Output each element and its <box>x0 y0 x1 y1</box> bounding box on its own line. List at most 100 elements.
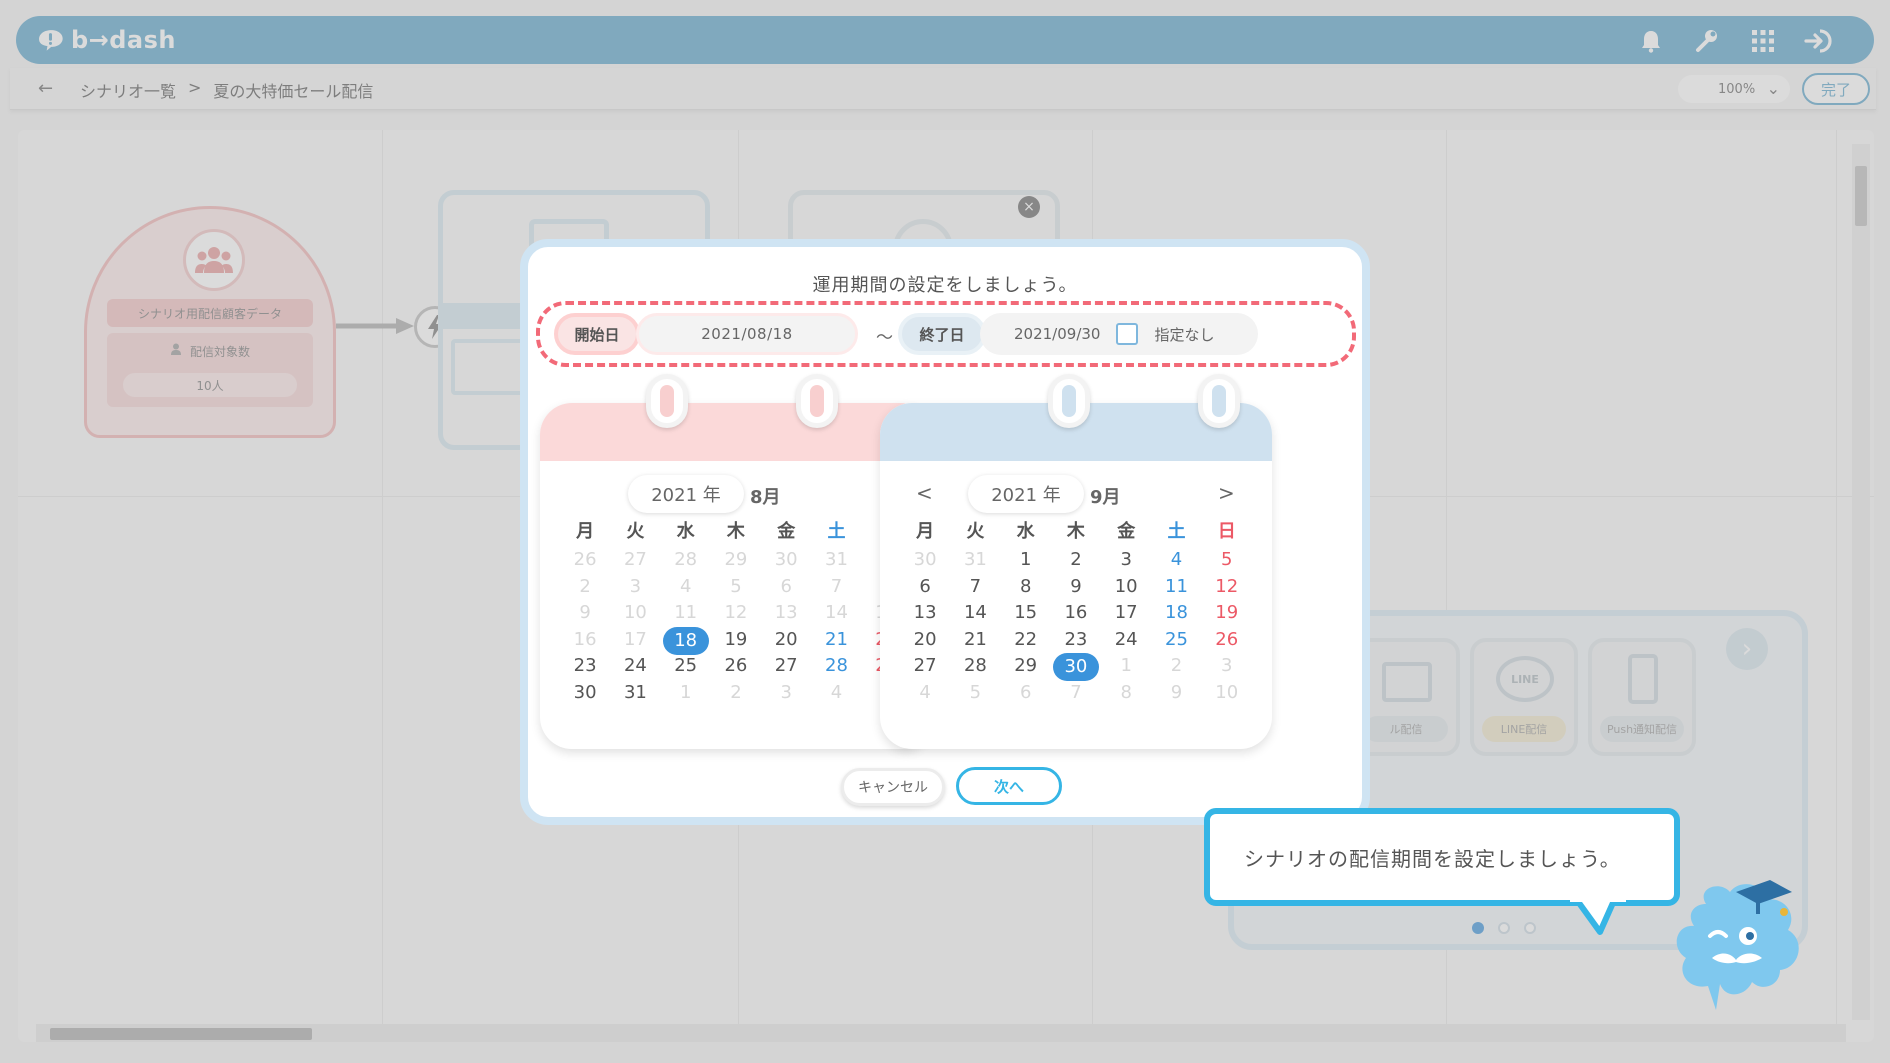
calendar-week-row: 303112345 <box>900 547 1252 573</box>
year-select[interactable]: 2021 年 <box>628 475 744 513</box>
calendar-day[interactable]: 4 <box>900 680 950 706</box>
calendar-week-row: 6 7 8 9 10 11 12 <box>900 574 1252 600</box>
tooltip-text: シナリオの配信期間を設定しましょう。 <box>1244 846 1621 871</box>
calendar-day[interactable]: 10 <box>610 600 660 626</box>
calendar-day[interactable]: 6 <box>761 574 811 600</box>
calendar-day[interactable]: 15 <box>1001 600 1051 626</box>
weekday-header: 土 <box>827 521 846 542</box>
calendar-day[interactable]: 13 <box>761 600 811 626</box>
calendar-day[interactable]: 2 <box>1051 547 1101 573</box>
calendar-day[interactable]: 28 <box>811 653 861 679</box>
calendar-day[interactable]: 5 <box>950 680 1000 706</box>
calendar-day[interactable]: 20 <box>900 627 950 653</box>
calendar-day[interactable]: 13 <box>900 600 950 626</box>
calendar-day[interactable]: 3 <box>761 680 811 706</box>
calendar-header-band <box>540 403 932 461</box>
calendar-day[interactable]: 2 <box>1151 653 1201 679</box>
calendar-day[interactable]: 16 <box>1051 600 1101 626</box>
calendar-week-row: 2627282930311 <box>560 547 912 573</box>
cancel-button[interactable]: キャンセル <box>841 768 945 806</box>
calendar-day[interactable]: 6 <box>900 574 950 600</box>
calendar-day[interactable]: 1 <box>661 680 711 706</box>
calendar-day[interactable]: 29 <box>711 547 761 573</box>
calendar-day[interactable]: 31 <box>811 547 861 573</box>
calendar-day[interactable]: 2 <box>711 680 761 706</box>
prev-month-arrow[interactable]: < <box>916 481 933 505</box>
calendar-day[interactable]: 5 <box>1202 547 1252 573</box>
year-select[interactable]: 2021 年 <box>968 475 1084 513</box>
calendar-day[interactable]: 26 <box>711 653 761 679</box>
start-date-field[interactable]: 2021/08/18 <box>636 313 858 355</box>
no-end-date-checkbox[interactable] <box>1116 323 1139 345</box>
calendar-day-selected[interactable]: 30 <box>1051 653 1101 682</box>
calendar-day[interactable]: 2 <box>560 574 610 600</box>
calendar-day[interactable]: 20 <box>761 627 811 653</box>
calendar-day[interactable]: 30 <box>900 547 950 573</box>
calendar-day[interactable]: 3 <box>1101 547 1151 573</box>
calendar-day[interactable]: 1 <box>1001 547 1051 573</box>
calendar-day[interactable]: 7 <box>1051 680 1101 706</box>
calendar-day[interactable]: 22 <box>1001 627 1051 653</box>
calendar-day[interactable]: 9 <box>1051 574 1101 600</box>
calendar-day[interactable]: 24 <box>1101 627 1151 653</box>
calendar-day[interactable]: 27 <box>900 653 950 679</box>
calendar-day[interactable]: 3 <box>610 574 660 600</box>
calendar-day[interactable]: 28 <box>950 653 1000 679</box>
calendar-binder-ring <box>1198 374 1240 428</box>
calendar-day[interactable]: 30 <box>560 680 610 706</box>
calendar-day[interactable]: 21 <box>950 627 1000 653</box>
calendar-day[interactable]: 19 <box>1202 600 1252 626</box>
calendar-day[interactable]: 8 <box>1101 680 1151 706</box>
calendar-day[interactable]: 26 <box>560 547 610 573</box>
calendar-day[interactable]: 27 <box>761 653 811 679</box>
calendar-day[interactable]: 9 <box>1151 680 1201 706</box>
calendar-day[interactable]: 4 <box>1151 547 1201 573</box>
calendar-day[interactable]: 10 <box>1101 574 1151 600</box>
calendar-day[interactable]: 8 <box>1001 574 1051 600</box>
calendar-day[interactable]: 18 <box>1151 600 1201 626</box>
next-button[interactable]: 次へ <box>956 767 1062 805</box>
end-date-field[interactable]: 2021/09/30 指定なし <box>980 313 1258 355</box>
calendar-day[interactable]: 11 <box>661 600 711 626</box>
calendar-binder-ring <box>646 374 688 428</box>
calendar-day[interactable]: 14 <box>950 600 1000 626</box>
guide-tooltip: シナリオの配信期間を設定しましょう。 <box>1204 808 1680 906</box>
calendar-day[interactable]: 4 <box>811 680 861 706</box>
calendar-day[interactable]: 11 <box>1151 574 1201 600</box>
calendar-day[interactable]: 29 <box>1001 653 1051 679</box>
calendar-day[interactable]: 7 <box>811 574 861 600</box>
calendar-day[interactable]: 23 <box>560 653 610 679</box>
calendar-day[interactable]: 25 <box>661 653 711 679</box>
calendar-day[interactable]: 24 <box>610 653 660 679</box>
calendar-nav: 2021 年8月> <box>540 467 932 513</box>
calendar-day[interactable]: 17 <box>1101 600 1151 626</box>
calendar-day[interactable]: 21 <box>811 627 861 653</box>
calendar-day[interactable]: 9 <box>560 600 610 626</box>
calendar-day[interactable]: 27 <box>610 547 660 573</box>
mascot-character-icon <box>1676 880 1799 1010</box>
calendar-day[interactable]: 1 <box>1101 653 1151 679</box>
no-end-date-label[interactable]: 指定なし <box>1154 324 1214 345</box>
calendar-day[interactable]: 23 <box>1051 627 1101 653</box>
calendar-day[interactable]: 6 <box>1001 680 1051 706</box>
calendar-day[interactable]: 12 <box>1202 574 1252 600</box>
calendar-day[interactable]: 30 <box>761 547 811 573</box>
calendar-day[interactable]: 5 <box>711 574 761 600</box>
calendar-day[interactable]: 31 <box>610 680 660 706</box>
start-date-label: 開始日 <box>554 313 640 355</box>
calendar-day[interactable]: 12 <box>711 600 761 626</box>
calendar-day[interactable]: 28 <box>661 547 711 573</box>
calendar-day[interactable]: 19 <box>711 627 761 653</box>
calendar-day[interactable]: 25 <box>1151 627 1201 653</box>
calendar-day[interactable]: 10 <box>1202 680 1252 706</box>
calendar-day[interactable]: 16 <box>560 627 610 653</box>
calendar-day[interactable]: 4 <box>661 574 711 600</box>
calendar-day-selected[interactable]: 18 <box>661 626 711 655</box>
calendar-day[interactable]: 17 <box>610 627 660 653</box>
calendar-day[interactable]: 3 <box>1202 653 1252 679</box>
calendar-day[interactable]: 31 <box>950 547 1000 573</box>
next-month-arrow[interactable]: > <box>1218 481 1235 505</box>
calendar-day[interactable]: 7 <box>950 574 1000 600</box>
calendar-day[interactable]: 26 <box>1202 627 1252 653</box>
calendar-day[interactable]: 14 <box>811 600 861 626</box>
